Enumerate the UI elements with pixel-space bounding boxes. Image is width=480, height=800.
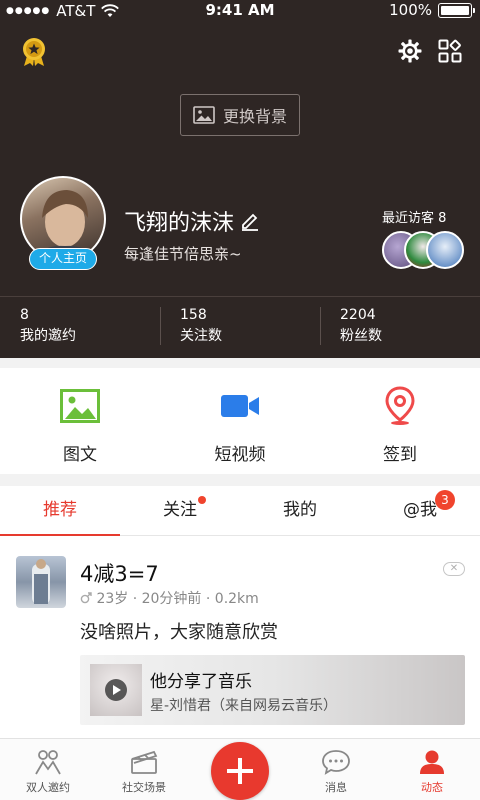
tab-following[interactable]: 关注 — [120, 486, 240, 535]
gear-icon[interactable] — [398, 39, 422, 63]
nav-double-invite[interactable]: 双人邀约 — [0, 739, 96, 800]
tab-mine[interactable]: 我的 — [240, 486, 360, 535]
image-icon — [60, 389, 100, 423]
stat-value: 8 — [20, 307, 29, 323]
quick-actions: 图文 短视频 签到 — [0, 368, 480, 474]
status-right: 100% — [389, 1, 475, 19]
dismiss-post-icon[interactable]: ✕ — [443, 562, 465, 576]
stat-label: 关注数 — [180, 328, 222, 344]
action-check-in[interactable]: 签到 — [320, 368, 480, 474]
post-text: 没啥照片，大家随意欣赏 — [80, 622, 278, 643]
stats-bar: 8 我的邀约 158 关注数 2204 粉丝数 — [0, 296, 480, 358]
stat-label: 粉丝数 — [340, 328, 382, 344]
section-divider — [0, 358, 480, 368]
grid-apps-icon[interactable] — [438, 39, 462, 63]
medal-icon[interactable] — [20, 37, 48, 67]
change-background-button[interactable]: 更换背景 — [180, 94, 300, 136]
tab-recommended[interactable]: 推荐 — [0, 486, 120, 536]
gender-male-icon — [80, 592, 92, 604]
nav-social-scene[interactable]: 社交场景 — [96, 739, 192, 800]
person-icon — [420, 750, 444, 774]
nav-label: 消息 — [325, 781, 347, 794]
username: 飞翔的沫沫 — [124, 211, 235, 236]
stat-followers[interactable]: 2204 粉丝数 — [320, 297, 480, 358]
post-meta: 23岁 · 20分钟前 · 0.2km — [80, 588, 259, 608]
stat-value: 158 — [180, 307, 207, 323]
action-short-video[interactable]: 短视频 — [160, 368, 320, 474]
nav-label: 社交场景 — [122, 781, 166, 794]
plus-icon — [227, 758, 253, 784]
music-subtitle: 星-刘惜君（来自网易云音乐） — [150, 698, 338, 714]
action-image-text[interactable]: 图文 — [0, 368, 160, 474]
feed-tabs: 推荐 关注 我的 @我 3 — [0, 486, 480, 536]
post-meta-text: 23岁 · 20分钟前 · 0.2km — [96, 591, 259, 607]
nav-messages[interactable]: 消息 — [288, 739, 384, 800]
section-divider — [0, 474, 480, 486]
change-background-label: 更换背景 — [222, 107, 287, 126]
post-author-avatar[interactable] — [16, 556, 66, 608]
stat-label: 我的邀约 — [20, 328, 76, 344]
recent-visitors-label: 最近访客 8 — [382, 211, 447, 226]
publish-plus-button[interactable] — [211, 742, 269, 800]
visitor-avatar[interactable] — [426, 231, 464, 269]
mentions-count-badge: 3 — [435, 490, 455, 510]
profile-page-badge[interactable]: 个人主页 — [29, 248, 97, 270]
nav-label: 双人邀约 — [26, 781, 70, 794]
tab-mentions[interactable]: @我 — [360, 486, 480, 535]
feed-post: 4减3=7 23岁 · 20分钟前 · 0.2km ✕ 没啥照片，大家随意欣赏 … — [0, 536, 480, 738]
avatar-wrapper[interactable]: 个人主页 — [20, 176, 106, 270]
play-icon[interactable] — [105, 679, 127, 701]
music-title: 他分享了音乐 — [150, 672, 252, 692]
post-title: 4减3=7 — [80, 562, 159, 586]
username-row: 飞翔的沫沫 — [124, 205, 260, 237]
action-label: 短视频 — [214, 445, 266, 465]
two-people-icon — [35, 750, 61, 775]
nav-label: 动态 — [421, 781, 443, 794]
battery-icon — [438, 2, 475, 18]
video-camera-icon — [221, 395, 259, 417]
nav-moments[interactable]: 动态 — [384, 739, 480, 800]
chat-bubble-icon — [322, 750, 350, 775]
battery-percent: 100% — [389, 1, 432, 19]
edit-pencil-icon[interactable] — [240, 211, 260, 231]
stat-following[interactable]: 158 关注数 — [160, 297, 320, 358]
action-label: 图文 — [63, 445, 97, 465]
user-signature: 每逢佳节倍思亲~ — [124, 245, 242, 263]
stat-value: 2204 — [340, 307, 376, 323]
stat-invitations[interactable]: 8 我的邀约 — [0, 297, 160, 358]
clapperboard-icon — [131, 750, 158, 774]
music-cover — [90, 664, 142, 716]
image-icon — [193, 106, 215, 124]
profile-header: ●●●●● AT&T 9:41 AM 100% 更换背景 个人主页 飞翔的沫沫 … — [0, 0, 480, 358]
author-photo — [32, 559, 50, 604]
status-bar: ●●●●● AT&T 9:41 AM 100% — [0, 0, 480, 22]
new-indicator-dot — [198, 496, 206, 504]
action-label: 签到 — [383, 445, 417, 465]
shared-music-card[interactable]: 他分享了音乐 星-刘惜君（来自网易云音乐） — [80, 655, 465, 725]
location-pin-icon — [385, 386, 415, 425]
